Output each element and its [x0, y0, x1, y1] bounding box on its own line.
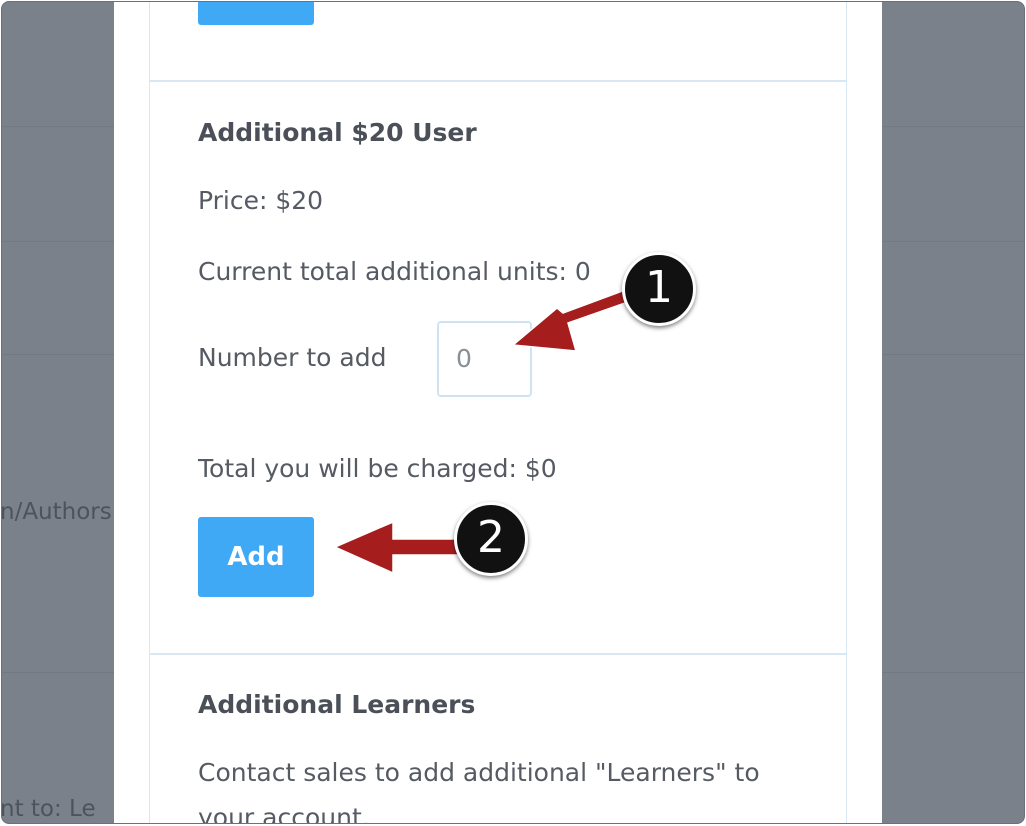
callout-2-badge: 2 — [454, 502, 528, 576]
arrow-icon — [333, 289, 629, 575]
screenshot-frame: n/Authors nt to: Le Additional $20 User … — [1, 1, 1025, 824]
arrow-2-shape — [333, 520, 461, 575]
arrow-1-shape — [511, 289, 629, 352]
callout-1-badge: 1 — [622, 252, 696, 326]
